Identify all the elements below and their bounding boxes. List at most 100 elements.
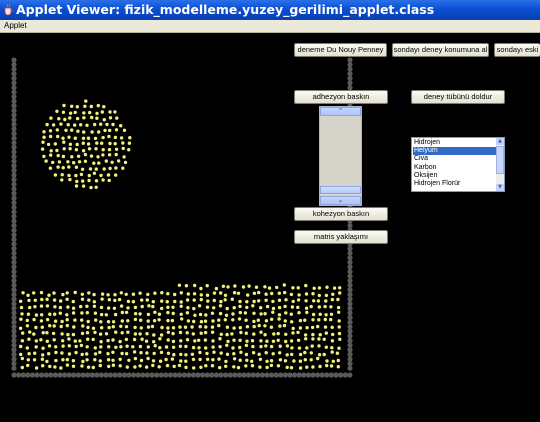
wall-bead bbox=[11, 356, 17, 362]
list-scrollbar[interactable]: ▲ ▼ bbox=[496, 138, 504, 191]
probe-reset-button[interactable]: sondayı eski bbox=[494, 43, 540, 57]
liquid-particle bbox=[133, 317, 138, 322]
list-item-karbon[interactable]: Karbon bbox=[413, 164, 496, 172]
wall-bead bbox=[347, 71, 353, 77]
liquid-particle bbox=[153, 310, 157, 314]
liquid-particle bbox=[236, 291, 241, 295]
liquid-particle bbox=[297, 311, 301, 315]
liquid-particle bbox=[97, 161, 101, 165]
liquid-particle bbox=[239, 350, 243, 354]
liquid-particle bbox=[269, 359, 274, 363]
wall-bead bbox=[347, 246, 353, 252]
list-item-helyum[interactable]: Helyum bbox=[413, 147, 496, 156]
liquid-particle bbox=[172, 353, 176, 357]
list-item-civa[interactable]: Civa bbox=[413, 155, 496, 163]
liquid-particle bbox=[232, 365, 236, 369]
liquid-particle bbox=[198, 357, 202, 362]
liquid-particle bbox=[205, 293, 210, 297]
liquid-particle bbox=[205, 284, 209, 288]
liquid-particle bbox=[219, 291, 223, 295]
liquid-particle bbox=[160, 306, 164, 311]
fill-tube-button[interactable]: deney tübünü doldur bbox=[411, 90, 505, 104]
liquid-particle bbox=[34, 325, 38, 330]
liquid-particle bbox=[19, 317, 23, 321]
liquid-particle bbox=[86, 319, 90, 324]
wall-bead bbox=[209, 372, 215, 378]
list-scroll-up-icon[interactable]: ▲ bbox=[496, 138, 504, 145]
wall-bead bbox=[11, 301, 17, 307]
liquid-particle bbox=[336, 297, 340, 302]
du-nouy-button[interactable]: deneme Du Nouy Penney bbox=[294, 43, 387, 57]
liquid-particle bbox=[291, 299, 295, 304]
wall-bead bbox=[218, 372, 224, 378]
wall-bead bbox=[213, 372, 219, 378]
liquid-particle bbox=[91, 326, 96, 330]
list-scroll-thumb[interactable] bbox=[496, 146, 504, 174]
liquid-particle bbox=[133, 305, 138, 310]
liquid-particle bbox=[126, 330, 130, 334]
liquid-particle bbox=[144, 365, 149, 369]
force-slider[interactable]: ⌃ ⌄ bbox=[319, 106, 362, 206]
wall-bead bbox=[11, 181, 17, 187]
liquid-particle bbox=[252, 332, 256, 336]
wall-bead bbox=[11, 338, 17, 344]
liquid-particle bbox=[159, 350, 164, 355]
list-item-hidrojen-florur[interactable]: Hidrojen Florür bbox=[413, 180, 496, 188]
wall-bead bbox=[11, 264, 17, 270]
liquid-particle bbox=[56, 134, 60, 139]
liquid-particle bbox=[118, 364, 122, 368]
liquid-particle bbox=[250, 339, 255, 343]
liquid-particle bbox=[81, 136, 86, 140]
liquid-particle bbox=[284, 339, 288, 344]
wall-bead bbox=[11, 372, 17, 378]
wall-bead bbox=[80, 372, 86, 378]
liquid-particle bbox=[324, 299, 328, 303]
liquid-particle bbox=[39, 290, 44, 295]
liquid-particle bbox=[113, 293, 117, 297]
liquid-particle bbox=[211, 345, 215, 349]
liquid-particle bbox=[87, 178, 91, 183]
liquid-particle bbox=[45, 297, 49, 301]
probe-position-button[interactable]: sondayı deney konumuna al bbox=[392, 43, 489, 57]
list-item-hidrojen[interactable]: Hidrojen bbox=[413, 139, 496, 147]
liquid-particle bbox=[70, 155, 74, 159]
liquid-particle bbox=[93, 122, 97, 127]
liquid-particle bbox=[66, 123, 70, 127]
liquid-particle bbox=[145, 298, 149, 302]
liquid-particle bbox=[133, 312, 138, 316]
cohesion-button[interactable]: kohezyon baskın bbox=[294, 207, 388, 221]
liquid-particle bbox=[93, 330, 97, 335]
matrix-button[interactable]: matris yaklaşımı bbox=[294, 230, 388, 244]
substance-list[interactable]: Hidrojen Helyum Civa Karbon Oksijen Hidr… bbox=[411, 137, 505, 192]
liquid-particle bbox=[99, 312, 104, 317]
liquid-particle bbox=[179, 359, 183, 363]
liquid-particle bbox=[119, 345, 123, 349]
liquid-particle bbox=[309, 358, 313, 362]
liquid-particle bbox=[311, 292, 315, 296]
wall-bead bbox=[338, 372, 344, 378]
chevron-up-icon[interactable]: ⌃ bbox=[320, 107, 361, 116]
wall-bead bbox=[11, 351, 17, 357]
list-item-oksijen[interactable]: Oksijen bbox=[413, 172, 496, 180]
chevron-down-icon[interactable]: ⌄ bbox=[320, 196, 361, 205]
wall-bead bbox=[11, 94, 17, 100]
liquid-particle bbox=[52, 298, 57, 302]
liquid-particle bbox=[277, 317, 281, 321]
liquid-particle bbox=[329, 312, 334, 316]
wall-bead bbox=[11, 236, 17, 242]
liquid-particle bbox=[133, 365, 137, 369]
liquid-particle bbox=[324, 313, 328, 317]
liquid-particle bbox=[73, 290, 77, 295]
liquid-particle bbox=[138, 312, 142, 316]
slider-thumb[interactable] bbox=[320, 186, 361, 194]
wall-bead bbox=[282, 372, 288, 378]
liquid-particle bbox=[269, 325, 274, 329]
list-scroll-down-icon[interactable]: ▼ bbox=[496, 184, 504, 191]
adhesion-button[interactable]: adhezyon baskın bbox=[294, 90, 388, 104]
liquid-particle bbox=[82, 111, 86, 115]
liquid-particle bbox=[108, 116, 113, 120]
liquid-particle bbox=[93, 352, 98, 356]
liquid-particle bbox=[192, 298, 196, 302]
liquid-particle bbox=[124, 325, 129, 329]
liquid-particle bbox=[94, 185, 98, 189]
